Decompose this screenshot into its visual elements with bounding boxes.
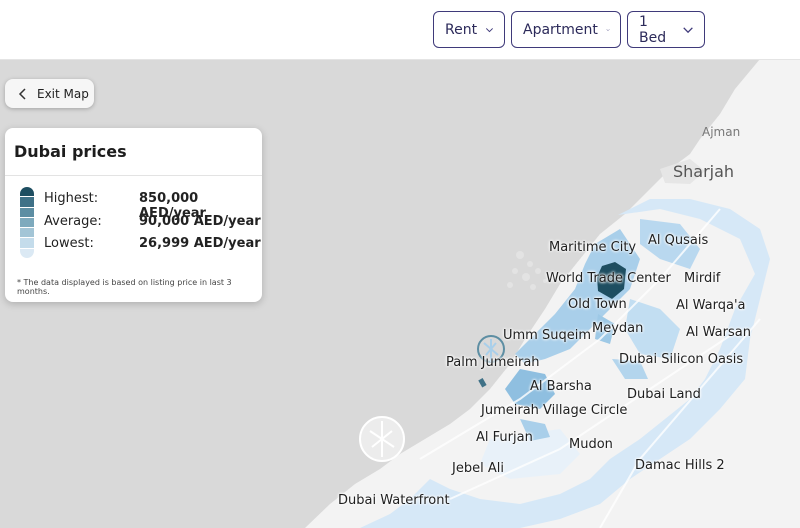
property-type-dropdown[interactable]: Apartment — [511, 11, 621, 48]
label-sharjah: Sharjah — [673, 162, 735, 181]
legend-highest-label: Highest: — [44, 191, 99, 206]
rent-filter-label: Rent — [445, 21, 478, 38]
label-al-warsan: Al Warsan — [686, 325, 751, 340]
label-al-barsha: Al Barsha — [530, 379, 592, 394]
label-mudon: Mudon — [569, 437, 613, 452]
filter-bar: Rent Apartment 1 Bed — [0, 0, 800, 60]
bedrooms-dropdown[interactable]: 1 Bed — [627, 11, 705, 48]
label-world-trade-center: World Trade Center — [546, 271, 671, 286]
chevron-down-icon — [606, 28, 610, 31]
label-old-town: Old Town — [568, 297, 627, 312]
legend-scale-step — [20, 228, 34, 239]
legend-color-scale — [20, 187, 34, 258]
legend-average-value: 90,000 AED/year — [139, 214, 261, 229]
legend-average-label: Average: — [44, 214, 102, 229]
label-ajman: Ajman — [702, 125, 741, 139]
legend-scale-step — [20, 207, 34, 218]
label-jumeirah-village-circle: Jumeirah Village Circle — [481, 403, 628, 418]
legend-lowest-value: 26,999 AED/year — [139, 236, 261, 251]
legend-footnote: * The data displayed is based on listing… — [17, 278, 232, 296]
legend-scale-step — [20, 238, 34, 249]
legend-divider — [5, 175, 262, 176]
label-al-qusais: Al Qusais — [648, 233, 709, 248]
label-dubai-land: Dubai Land — [627, 387, 701, 402]
label-mirdif: Mirdif — [684, 271, 721, 286]
label-damac-hills-2: Damac Hills 2 — [635, 458, 725, 473]
label-jebel-ali: Jebel Ali — [452, 461, 504, 476]
label-meydan: Meydan — [592, 321, 644, 336]
legend-scale-step — [20, 248, 34, 258]
legend-scale-step — [20, 187, 34, 198]
label-umm-suqeim: Umm Suqeim — [503, 328, 591, 343]
label-dubai-waterfront: Dubai Waterfront — [338, 493, 450, 508]
label-al-furjan: Al Furjan — [476, 430, 533, 445]
legend-title: Dubai prices — [14, 142, 127, 161]
chevron-down-icon — [486, 27, 494, 32]
price-legend: Dubai prices Highest: 850,000 AED/year A… — [5, 128, 262, 302]
label-palm-jumeirah: Palm Jumeirah — [446, 355, 540, 370]
legend-scale-step — [20, 197, 34, 208]
label-dubai-silicon-oasis: Dubai Silicon Oasis — [619, 352, 744, 367]
exit-map-button[interactable]: Exit Map — [5, 79, 94, 108]
rent-filter-dropdown[interactable]: Rent — [433, 11, 505, 48]
bedrooms-label: 1 Bed — [639, 13, 667, 46]
legend-scale-step — [20, 217, 34, 229]
chevron-left-icon — [18, 87, 26, 100]
exit-map-label: Exit Map — [37, 86, 89, 101]
chevron-down-icon — [683, 26, 693, 33]
label-maritime-city: Maritime City — [549, 240, 637, 255]
property-type-label: Apartment — [523, 21, 598, 38]
label-al-warqaa: Al Warqa'a — [676, 298, 746, 313]
legend-lowest-label: Lowest: — [44, 236, 94, 251]
